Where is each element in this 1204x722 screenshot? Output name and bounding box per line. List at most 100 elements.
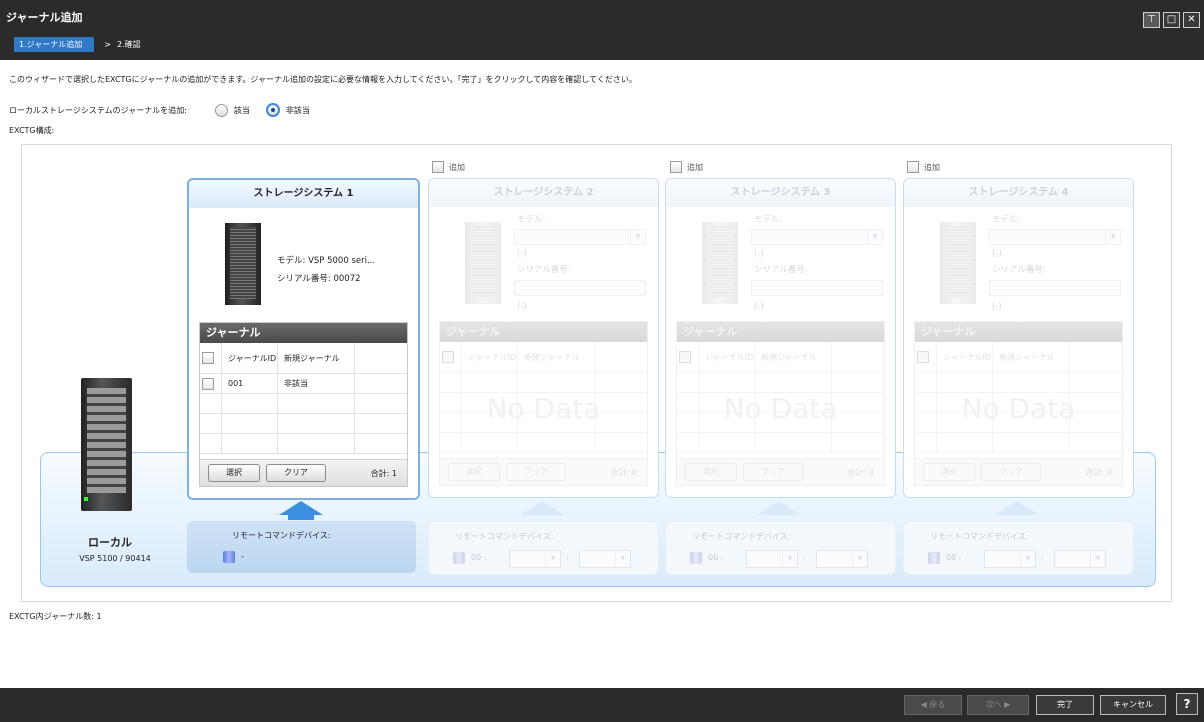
model-info: モデル: VSP 5000 seri... — [277, 254, 375, 266]
remote-ldev-select[interactable]: ▼ — [579, 550, 631, 568]
back-button[interactable]: ◀ 戻る — [904, 695, 962, 715]
select-all-checkbox[interactable] — [202, 352, 214, 364]
storage-system-4-panel: ストレージシステム 4 モデル: ▼ (-) シリアル番号: (-) ジャーナル… — [903, 178, 1134, 498]
col-journal-id[interactable]: ジャーナルID — [699, 342, 755, 372]
remote-cu-select[interactable]: ▼ — [509, 550, 561, 568]
chevron-down-icon[interactable]: ▼ — [782, 551, 797, 567]
total-count: 合計: 0 — [610, 468, 637, 477]
col-journal-id[interactable]: ジャーナルID — [222, 343, 278, 373]
local-name: ローカル — [88, 536, 132, 549]
model-select[interactable]: ▼ — [751, 229, 883, 245]
col-journal-id[interactable]: ジャーナルID — [937, 342, 993, 372]
select-button[interactable]: 選択 — [923, 463, 975, 481]
cancel-button[interactable]: キャンセル — [1100, 695, 1166, 715]
select-all-checkbox[interactable] — [917, 351, 929, 363]
serial-label: シリアル番号: — [277, 274, 331, 284]
local-server-icon — [81, 378, 132, 511]
select-all-checkbox[interactable] — [679, 351, 691, 363]
pin-icon[interactable]: ⊤ — [1143, 12, 1160, 28]
local-journal-label: ローカルストレージシステムのジャーナルを追加: — [9, 105, 187, 115]
step-current: 1.ジャーナル追加 — [14, 37, 95, 52]
select-button[interactable]: 選択 — [685, 463, 737, 481]
remote-command-value: 00 : — [946, 553, 962, 562]
remote-colon: : — [1041, 553, 1044, 562]
radio-no[interactable]: 非該当 — [265, 103, 310, 117]
table-row[interactable]: 001 非該当 — [200, 374, 407, 394]
chevron-down-icon[interactable]: ▼ — [1090, 551, 1105, 567]
radio-no-icon[interactable] — [265, 103, 280, 117]
remote-command-device-1: リモートコマンドデバイス: - — [187, 521, 416, 573]
col-new-journal[interactable]: 新規ジャーナル — [993, 342, 1070, 372]
remote-ldev-select[interactable]: ▼ — [816, 550, 868, 568]
remote-command-label: リモートコマンドデバイス: — [455, 532, 554, 541]
storage-system-2-panel: ストレージシステム 2 モデル: ▼ (-) シリアル番号: (-) ジャーナル… — [428, 178, 659, 498]
step-next: 2.確認 — [116, 40, 141, 49]
col-new-journal[interactable]: 新規ジャーナル — [278, 343, 355, 373]
local-model: VSP 5100 / 90414 — [79, 554, 151, 563]
model-placeholder: (-) — [517, 249, 527, 259]
journal-table-header: ジャーナルID 新規ジャーナル — [200, 343, 407, 374]
table-row-empty — [677, 373, 884, 393]
row-checkbox[interactable] — [202, 377, 214, 390]
finish-button[interactable]: 完了 — [1036, 695, 1094, 715]
chevron-down-icon[interactable]: ▼ — [867, 230, 882, 244]
radio-yes-icon[interactable] — [214, 103, 228, 117]
serial-input[interactable] — [989, 280, 1121, 296]
add-label[interactable]: 追加 — [687, 162, 703, 173]
add-checkbox[interactable] — [432, 161, 444, 173]
clear-button[interactable]: クリア — [743, 463, 803, 481]
remote-cu-select[interactable]: ▼ — [746, 550, 798, 568]
col-new-journal[interactable]: 新規ジャーナル — [755, 342, 832, 372]
add-system-3[interactable]: 追加 — [670, 161, 703, 173]
add-checkbox[interactable] — [670, 161, 682, 173]
table-row-empty — [200, 394, 407, 414]
add-checkbox[interactable] — [907, 161, 919, 173]
serial-input[interactable] — [514, 280, 646, 296]
radio-no-label[interactable]: 非該当 — [286, 105, 310, 116]
chevron-down-icon[interactable]: ▼ — [545, 551, 560, 567]
chevron-down-icon[interactable]: ▼ — [630, 230, 645, 244]
chevron-down-icon[interactable]: ▼ — [852, 551, 867, 567]
chevron-down-icon[interactable]: ▼ — [615, 551, 630, 567]
col-journal-id[interactable]: ジャーナルID — [462, 342, 518, 372]
table-row-empty — [915, 433, 1122, 453]
model-select[interactable]: ▼ — [989, 229, 1121, 245]
model-select[interactable]: ▼ — [514, 229, 646, 245]
remote-cu-select[interactable]: ▼ — [984, 550, 1036, 568]
journal-footer: 選択 クリア 合計: 0 — [440, 458, 647, 485]
add-system-4[interactable]: 追加 — [907, 161, 940, 173]
model-placeholder: (-) — [992, 249, 1002, 259]
serial-placeholder: (-) — [754, 302, 764, 312]
radio-yes[interactable]: 該当 — [214, 103, 250, 117]
next-button[interactable]: 次へ ▶ — [967, 695, 1029, 715]
storage-server-icon — [702, 222, 738, 304]
chevron-down-icon[interactable]: ▼ — [1105, 230, 1120, 244]
add-label[interactable]: 追加 — [449, 162, 465, 173]
table-row-empty — [915, 373, 1122, 393]
radio-yes-label[interactable]: 該当 — [234, 105, 250, 116]
remote-ldev-select[interactable]: ▼ — [1054, 550, 1106, 568]
footer-bar: ◀ 戻る 次へ ▶ 完了 キャンセル ? — [0, 688, 1204, 722]
help-icon[interactable]: ? — [1176, 693, 1198, 715]
select-all-checkbox[interactable] — [442, 351, 454, 363]
maximize-icon[interactable]: □ — [1163, 12, 1180, 28]
col-new-journal[interactable]: 新規ジャーナル — [518, 342, 595, 372]
clear-button[interactable]: クリア — [266, 464, 326, 482]
select-button[interactable]: 選択 — [208, 464, 260, 482]
close-icon[interactable]: ✕ — [1183, 12, 1200, 28]
remote-command-value: - — [241, 552, 244, 561]
storage-server-bays — [230, 227, 256, 299]
add-system-2[interactable]: 追加 — [432, 161, 465, 173]
local-server-bays — [87, 388, 126, 493]
chevron-down-icon[interactable]: ▼ — [1020, 551, 1035, 567]
clear-button[interactable]: クリア — [506, 463, 566, 481]
add-label[interactable]: 追加 — [924, 162, 940, 173]
remote-colon: : — [566, 553, 569, 562]
clear-button[interactable]: クリア — [981, 463, 1041, 481]
serial-label: シリアル番号: — [754, 265, 808, 275]
model-label: モデル: — [277, 256, 306, 266]
serial-value: 00072 — [333, 274, 361, 284]
disk-icon — [690, 552, 702, 564]
serial-input[interactable] — [751, 280, 883, 296]
select-button[interactable]: 選択 — [448, 463, 500, 481]
